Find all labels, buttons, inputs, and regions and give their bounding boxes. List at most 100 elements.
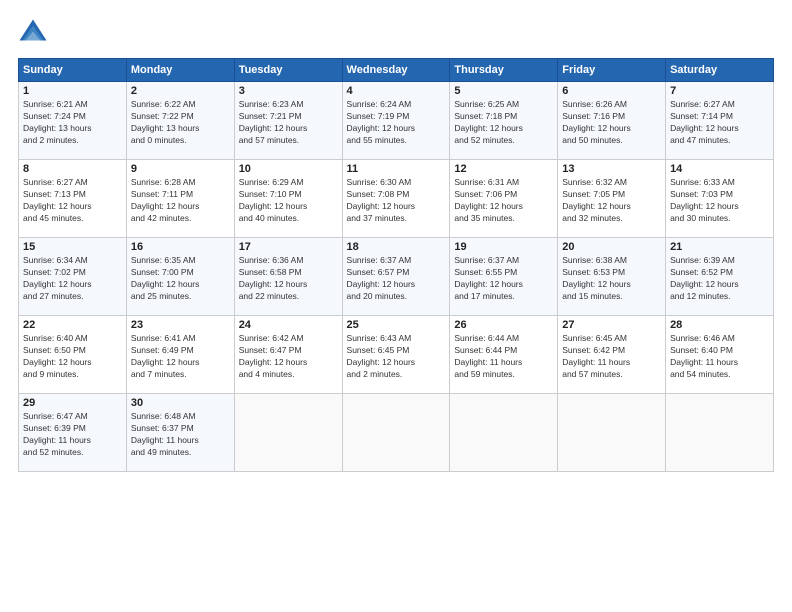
weekday-header-monday: Monday (126, 59, 234, 82)
empty-day-cell (234, 394, 342, 472)
day-number: 13 (562, 163, 661, 175)
weekday-header-tuesday: Tuesday (234, 59, 342, 82)
day-info: Sunrise: 6:40 AM Sunset: 6:50 PM Dayligh… (23, 333, 122, 381)
calendar-table: SundayMondayTuesdayWednesdayThursdayFrid… (18, 58, 774, 472)
day-info: Sunrise: 6:41 AM Sunset: 6:49 PM Dayligh… (131, 333, 230, 381)
day-number: 6 (562, 85, 661, 97)
day-info: Sunrise: 6:27 AM Sunset: 7:13 PM Dayligh… (23, 177, 122, 225)
day-cell-18: 18 Sunrise: 6:37 AM Sunset: 6:57 PM Dayli… (342, 238, 450, 316)
day-info: Sunrise: 6:26 AM Sunset: 7:16 PM Dayligh… (562, 99, 661, 147)
day-info: Sunrise: 6:22 AM Sunset: 7:22 PM Dayligh… (131, 99, 230, 147)
day-info: Sunrise: 6:39 AM Sunset: 6:52 PM Dayligh… (670, 255, 769, 303)
day-number: 20 (562, 241, 661, 253)
calendar-week-row: 15 Sunrise: 6:34 AM Sunset: 7:02 PM Dayli… (19, 238, 774, 316)
logo (18, 18, 52, 48)
day-cell-17: 17 Sunrise: 6:36 AM Sunset: 6:58 PM Dayli… (234, 238, 342, 316)
day-cell-29: 29 Sunrise: 6:47 AM Sunset: 6:39 PM Dayli… (19, 394, 127, 472)
logo-icon (18, 18, 48, 48)
day-info: Sunrise: 6:45 AM Sunset: 6:42 PM Dayligh… (562, 333, 661, 381)
day-info: Sunrise: 6:47 AM Sunset: 6:39 PM Dayligh… (23, 411, 122, 459)
calendar-week-row: 29 Sunrise: 6:47 AM Sunset: 6:39 PM Dayli… (19, 394, 774, 472)
day-cell-1: 1Sunrise: 6:21 AM Sunset: 7:24 PM Daylig… (19, 82, 127, 160)
day-number: 24 (239, 319, 338, 331)
day-info: Sunrise: 6:44 AM Sunset: 6:44 PM Dayligh… (454, 333, 553, 381)
day-number: 10 (239, 163, 338, 175)
day-cell-19: 19 Sunrise: 6:37 AM Sunset: 6:55 PM Dayli… (450, 238, 558, 316)
day-info: Sunrise: 6:23 AM Sunset: 7:21 PM Dayligh… (239, 99, 338, 147)
day-number: 18 (347, 241, 446, 253)
day-info: Sunrise: 6:33 AM Sunset: 7:03 PM Dayligh… (670, 177, 769, 225)
calendar-week-row: 1Sunrise: 6:21 AM Sunset: 7:24 PM Daylig… (19, 82, 774, 160)
day-info: Sunrise: 6:24 AM Sunset: 7:19 PM Dayligh… (347, 99, 446, 147)
day-cell-23: 23Sunrise: 6:41 AM Sunset: 6:49 PM Dayli… (126, 316, 234, 394)
day-cell-9: 9Sunrise: 6:28 AM Sunset: 7:11 PM Daylig… (126, 160, 234, 238)
empty-day-cell (558, 394, 666, 472)
calendar-page: SundayMondayTuesdayWednesdayThursdayFrid… (0, 0, 792, 612)
day-cell-25: 25 Sunrise: 6:43 AM Sunset: 6:45 PM Dayli… (342, 316, 450, 394)
day-cell-6: 6 Sunrise: 6:26 AM Sunset: 7:16 PM Daylig… (558, 82, 666, 160)
empty-day-cell (666, 394, 774, 472)
day-info: Sunrise: 6:46 AM Sunset: 6:40 PM Dayligh… (670, 333, 769, 381)
day-number: 25 (347, 319, 446, 331)
day-info: Sunrise: 6:43 AM Sunset: 6:45 PM Dayligh… (347, 333, 446, 381)
day-cell-5: 5 Sunrise: 6:25 AM Sunset: 7:18 PM Daylig… (450, 82, 558, 160)
weekday-header-friday: Friday (558, 59, 666, 82)
day-number: 30 (131, 397, 230, 409)
day-number: 9 (131, 163, 230, 175)
day-cell-4: 4Sunrise: 6:24 AM Sunset: 7:19 PM Daylig… (342, 82, 450, 160)
day-number: 28 (670, 319, 769, 331)
day-info: Sunrise: 6:35 AM Sunset: 7:00 PM Dayligh… (131, 255, 230, 303)
weekday-header-thursday: Thursday (450, 59, 558, 82)
day-number: 26 (454, 319, 553, 331)
weekday-header-sunday: Sunday (19, 59, 127, 82)
page-header (18, 18, 774, 48)
empty-day-cell (450, 394, 558, 472)
day-info: Sunrise: 6:30 AM Sunset: 7:08 PM Dayligh… (347, 177, 446, 225)
day-info: Sunrise: 6:29 AM Sunset: 7:10 PM Dayligh… (239, 177, 338, 225)
day-number: 5 (454, 85, 553, 97)
day-cell-12: 12Sunrise: 6:31 AM Sunset: 7:06 PM Dayli… (450, 160, 558, 238)
day-info: Sunrise: 6:21 AM Sunset: 7:24 PM Dayligh… (23, 99, 122, 147)
day-number: 8 (23, 163, 122, 175)
day-number: 22 (23, 319, 122, 331)
day-info: Sunrise: 6:32 AM Sunset: 7:05 PM Dayligh… (562, 177, 661, 225)
day-number: 3 (239, 85, 338, 97)
day-number: 11 (347, 163, 446, 175)
empty-day-cell (342, 394, 450, 472)
day-info: Sunrise: 6:37 AM Sunset: 6:57 PM Dayligh… (347, 255, 446, 303)
day-cell-20: 20 Sunrise: 6:38 AM Sunset: 6:53 PM Dayli… (558, 238, 666, 316)
day-cell-24: 24 Sunrise: 6:42 AM Sunset: 6:47 PM Dayli… (234, 316, 342, 394)
day-cell-7: 7Sunrise: 6:27 AM Sunset: 7:14 PM Daylig… (666, 82, 774, 160)
weekday-header-saturday: Saturday (666, 59, 774, 82)
day-cell-16: 16 Sunrise: 6:35 AM Sunset: 7:00 PM Dayli… (126, 238, 234, 316)
day-info: Sunrise: 6:42 AM Sunset: 6:47 PM Dayligh… (239, 333, 338, 381)
day-info: Sunrise: 6:25 AM Sunset: 7:18 PM Dayligh… (454, 99, 553, 147)
day-number: 2 (131, 85, 230, 97)
day-cell-27: 27 Sunrise: 6:45 AM Sunset: 6:42 PM Dayli… (558, 316, 666, 394)
day-info: Sunrise: 6:27 AM Sunset: 7:14 PM Dayligh… (670, 99, 769, 147)
day-cell-2: 2 Sunrise: 6:22 AM Sunset: 7:22 PM Daylig… (126, 82, 234, 160)
day-cell-14: 14 Sunrise: 6:33 AM Sunset: 7:03 PM Dayli… (666, 160, 774, 238)
day-cell-13: 13 Sunrise: 6:32 AM Sunset: 7:05 PM Dayli… (558, 160, 666, 238)
day-number: 29 (23, 397, 122, 409)
day-cell-28: 28 Sunrise: 6:46 AM Sunset: 6:40 PM Dayli… (666, 316, 774, 394)
day-info: Sunrise: 6:31 AM Sunset: 7:06 PM Dayligh… (454, 177, 553, 225)
day-cell-15: 15 Sunrise: 6:34 AM Sunset: 7:02 PM Dayli… (19, 238, 127, 316)
day-cell-22: 22 Sunrise: 6:40 AM Sunset: 6:50 PM Dayli… (19, 316, 127, 394)
calendar-week-row: 22 Sunrise: 6:40 AM Sunset: 6:50 PM Dayli… (19, 316, 774, 394)
day-number: 17 (239, 241, 338, 253)
day-number: 14 (670, 163, 769, 175)
day-cell-10: 10 Sunrise: 6:29 AM Sunset: 7:10 PM Dayli… (234, 160, 342, 238)
day-info: Sunrise: 6:37 AM Sunset: 6:55 PM Dayligh… (454, 255, 553, 303)
day-number: 15 (23, 241, 122, 253)
day-info: Sunrise: 6:38 AM Sunset: 6:53 PM Dayligh… (562, 255, 661, 303)
day-cell-26: 26 Sunrise: 6:44 AM Sunset: 6:44 PM Dayli… (450, 316, 558, 394)
calendar-week-row: 8 Sunrise: 6:27 AM Sunset: 7:13 PM Daylig… (19, 160, 774, 238)
day-info: Sunrise: 6:34 AM Sunset: 7:02 PM Dayligh… (23, 255, 122, 303)
day-number: 21 (670, 241, 769, 253)
day-number: 27 (562, 319, 661, 331)
day-cell-21: 21 Sunrise: 6:39 AM Sunset: 6:52 PM Dayli… (666, 238, 774, 316)
day-number: 16 (131, 241, 230, 253)
day-info: Sunrise: 6:36 AM Sunset: 6:58 PM Dayligh… (239, 255, 338, 303)
day-number: 19 (454, 241, 553, 253)
